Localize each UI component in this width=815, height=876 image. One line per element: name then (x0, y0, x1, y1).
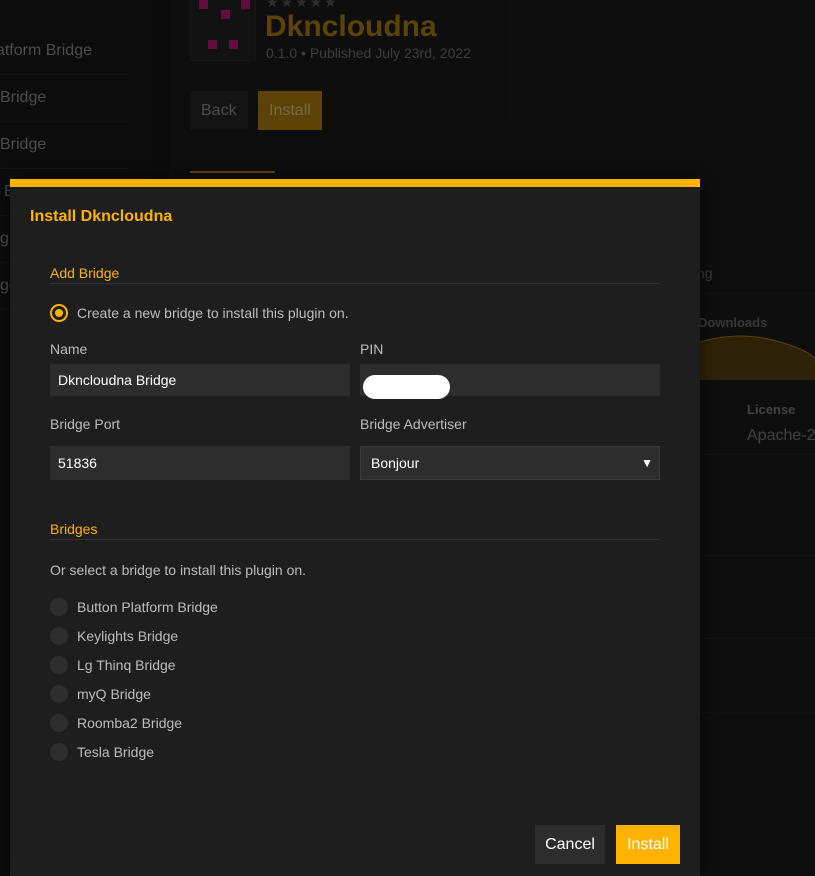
bridge-option-label[interactable]: Tesla Bridge (77, 744, 154, 760)
install-button[interactable]: Install (616, 825, 680, 864)
bridge-option-label[interactable]: Keylights Bridge (77, 628, 178, 644)
bridge-radio[interactable] (50, 627, 68, 645)
chevron-down-icon: ▼ (641, 456, 653, 470)
bridges-heading: Bridges (50, 521, 98, 537)
bridge-option-label[interactable]: myQ Bridge (77, 686, 151, 702)
bridge-port-input[interactable] (50, 446, 350, 480)
bridge-option-label[interactable]: Roomba2 Bridge (77, 715, 182, 731)
install-dialog: Install Dkncloudna Add Bridge Create a n… (10, 179, 700, 876)
bridge-radio[interactable] (50, 656, 68, 674)
bridge-port-label: Bridge Port (50, 416, 121, 432)
name-label: Name (50, 341, 88, 357)
add-bridge-heading: Add Bridge (50, 265, 120, 281)
cancel-button[interactable]: Cancel (535, 825, 605, 864)
bridge-advertiser-label: Bridge Advertiser (360, 416, 467, 432)
dialog-title: Install Dkncloudna (30, 208, 173, 225)
divider (50, 539, 660, 540)
pin-label: PIN (360, 341, 384, 357)
create-bridge-radio[interactable] (50, 304, 68, 322)
bridge-radio[interactable] (50, 598, 68, 616)
bridge-option-label[interactable]: Lg Thinq Bridge (77, 657, 176, 673)
bridge-radio[interactable] (50, 743, 68, 761)
divider (50, 283, 660, 284)
pin-redaction (363, 375, 450, 399)
bridge-radio[interactable] (50, 714, 68, 732)
bridge-name-input[interactable] (50, 364, 350, 396)
selected-advertiser: Bonjour (371, 455, 420, 471)
bridges-description: Or select a bridge to install this plugi… (50, 562, 307, 578)
bridge-option-label[interactable]: Button Platform Bridge (77, 599, 218, 615)
bridge-advertiser-select[interactable]: Bonjour ▼ (360, 446, 660, 480)
create-bridge-label: Create a new bridge to install this plug… (77, 305, 349, 321)
bridge-radio[interactable] (50, 685, 68, 703)
